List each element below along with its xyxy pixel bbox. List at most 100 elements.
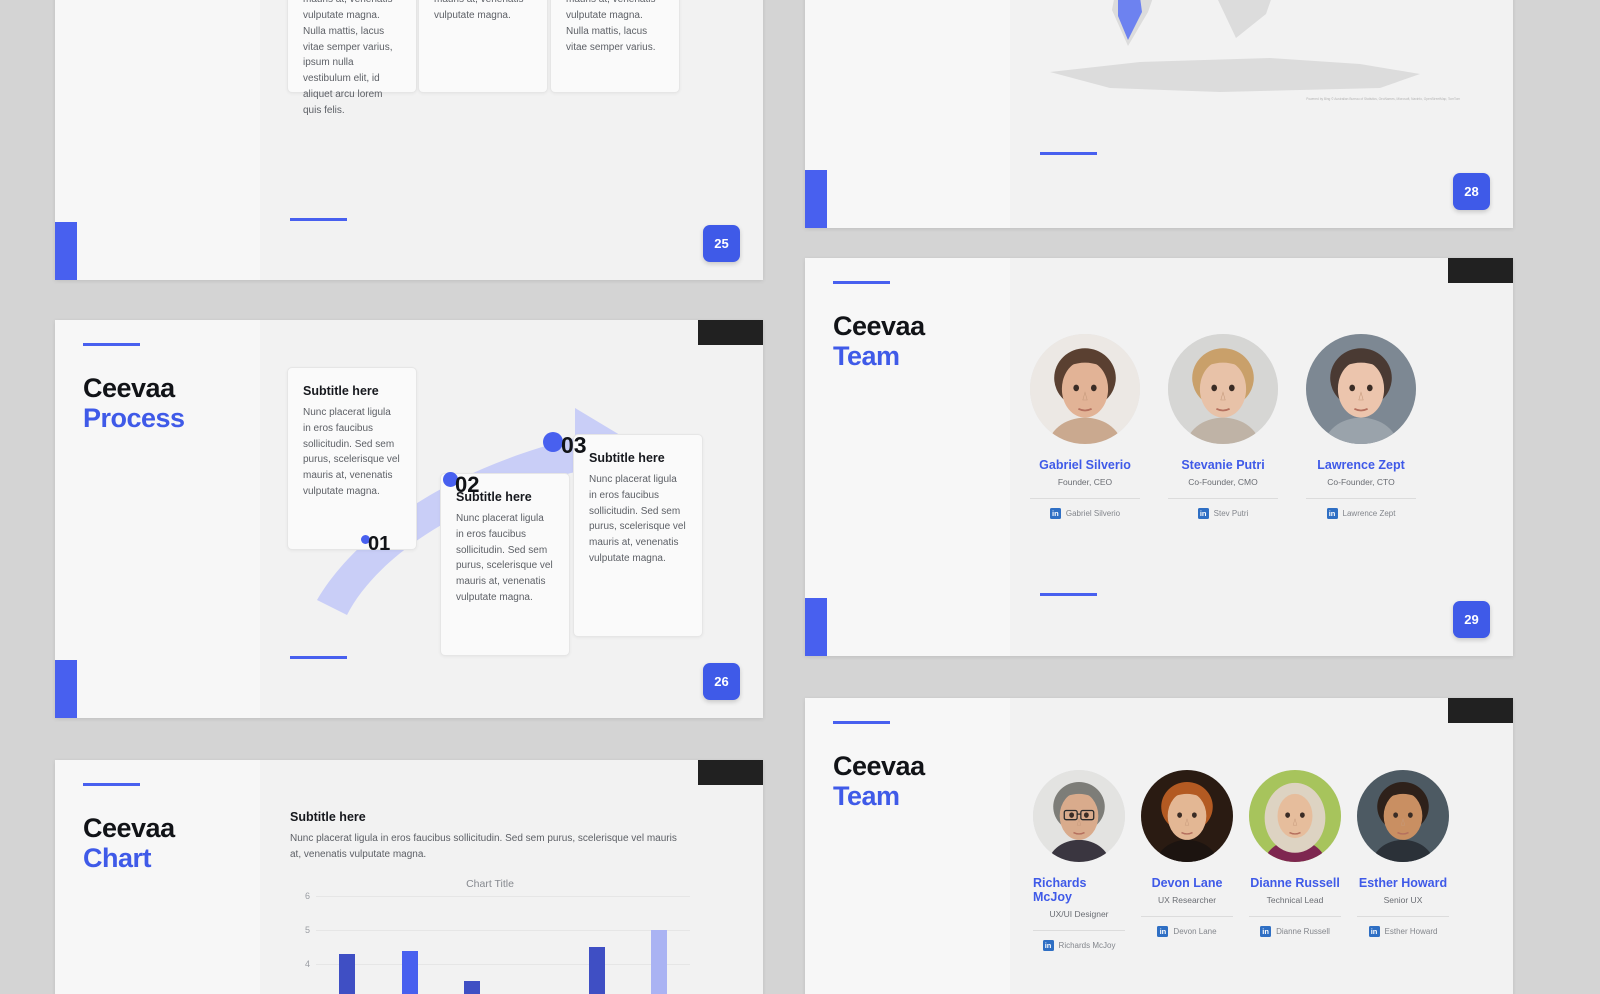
chart-bar[interactable] bbox=[463, 981, 480, 994]
team-member-card[interactable]: Dianne Russell Technical Lead in Dianne … bbox=[1249, 770, 1341, 951]
card-title: Subtitle here bbox=[589, 451, 665, 465]
avatar bbox=[1141, 770, 1233, 862]
member-role: Co-Founder, CTO bbox=[1327, 477, 1395, 487]
chart-y-tick-label: 4 bbox=[304, 959, 310, 970]
linkedin-link[interactable]: in Gabriel Silverio bbox=[1049, 508, 1121, 519]
member-divider bbox=[1033, 930, 1125, 931]
process-card-03[interactable]: Subtitle here Nunc placerat ligula in er… bbox=[573, 434, 703, 637]
slide-29-accent-bar bbox=[805, 598, 827, 656]
member-handle: Stev Putri bbox=[1213, 509, 1249, 518]
linkedin-icon: in bbox=[1260, 926, 1272, 937]
slide-27[interactable]: Ceevaa Chart Subtitle here Nunc placerat… bbox=[55, 760, 763, 994]
linkedin-link[interactable]: in Richards McJoy bbox=[1042, 940, 1116, 951]
slide-26[interactable]: Ceevaa Process Subtitle here Nunc placer… bbox=[55, 320, 763, 718]
process-card-01[interactable]: Subtitle here Nunc placerat ligula in er… bbox=[287, 367, 417, 550]
slide-30-dark-tab bbox=[1448, 698, 1513, 723]
member-role: UX Researcher bbox=[1157, 895, 1217, 905]
chart-title: Chart Title bbox=[466, 878, 514, 890]
member-handle: Gabriel Silverio bbox=[1065, 509, 1121, 518]
step-dot-03 bbox=[543, 432, 563, 452]
page-subtitle: Team bbox=[833, 341, 900, 372]
team-member-card[interactable]: Richards McJoy UX/UI Designer in Richard… bbox=[1033, 770, 1125, 951]
text-card[interactable]: Subtitle here Nunc placerat ligula in er… bbox=[287, 0, 417, 116]
member-divider bbox=[1357, 916, 1449, 917]
slide-30[interactable]: Ceevaa Team Richards McJoy UX/UI Designe… bbox=[805, 698, 1513, 994]
step-number-02: 02 bbox=[455, 472, 480, 497]
slide-26-dark-tab bbox=[698, 320, 763, 345]
member-divider bbox=[1030, 498, 1140, 499]
page-number-badge[interactable]: 28 bbox=[1453, 173, 1490, 210]
text-card[interactable]: Subtitle here Nunc placerat ligula in er… bbox=[550, 0, 680, 93]
process-card-02[interactable]: Subtitle here Nunc placerat ligula in er… bbox=[440, 473, 570, 656]
chart-gridline bbox=[316, 964, 690, 966]
member-handle: Richards McJoy bbox=[1058, 941, 1116, 950]
member-name: Dianne Russell bbox=[1250, 876, 1340, 890]
chart-plot-area: 6543 bbox=[290, 891, 690, 994]
member-name: Devon Lane bbox=[1151, 876, 1223, 890]
member-handle: Esther Howard bbox=[1384, 927, 1438, 936]
team-member-list: Richards McJoy UX/UI Designer in Richard… bbox=[1033, 770, 1449, 951]
chart-bar[interactable] bbox=[588, 947, 605, 994]
member-divider bbox=[1141, 916, 1233, 917]
page-number-badge[interactable]: 25 bbox=[703, 225, 740, 262]
world-map[interactable]: Powered by Bing © Australian Bureau of S… bbox=[1020, 0, 1500, 130]
avatar bbox=[1168, 334, 1278, 444]
linkedin-link[interactable]: in Lawrence Zept bbox=[1326, 508, 1396, 519]
team-member-card[interactable]: Stevanie Putri Co-Founder, CMO in Stev P… bbox=[1168, 334, 1278, 519]
linkedin-icon: in bbox=[1042, 940, 1054, 951]
member-name: Richards McJoy bbox=[1033, 876, 1087, 904]
member-role: Founder, CEO bbox=[1057, 477, 1113, 487]
step-number-03: 03 bbox=[561, 432, 587, 458]
slide-30-title-block: Ceevaa Team bbox=[833, 721, 925, 811]
team-member-card[interactable]: Gabriel Silverio Founder, CEO in Gabriel… bbox=[1030, 334, 1140, 519]
bar-chart[interactable]: Chart Title 6543 bbox=[290, 878, 690, 994]
slide-29[interactable]: Ceevaa Team Gabriel Silverio Founder, CE… bbox=[805, 258, 1513, 656]
member-name: Stevanie Putri bbox=[1181, 458, 1265, 472]
title-rule bbox=[83, 783, 140, 786]
member-handle: Dianne Russell bbox=[1276, 927, 1330, 936]
content-title: Subtitle here bbox=[290, 810, 366, 824]
member-handle: Lawrence Zept bbox=[1342, 509, 1396, 518]
slide-29-dark-tab bbox=[1448, 258, 1513, 283]
chart-gridline bbox=[316, 896, 690, 897]
page-number-badge[interactable]: 29 bbox=[1453, 601, 1490, 638]
team-member-card[interactable]: Lawrence Zept Co-Founder, CTO in Lawrenc… bbox=[1306, 334, 1416, 519]
chart-bar[interactable] bbox=[401, 950, 418, 994]
linkedin-link[interactable]: in Esther Howard bbox=[1368, 926, 1438, 937]
slide-29-bottom-rule bbox=[1040, 593, 1097, 596]
card-body: Nunc placerat ligula in eros faucibus so… bbox=[303, 407, 400, 497]
linkedin-link[interactable]: in Stev Putri bbox=[1197, 508, 1249, 519]
step-number-01: 01 bbox=[368, 533, 391, 555]
linkedin-icon: in bbox=[1326, 508, 1338, 519]
page-number-badge[interactable]: 26 bbox=[703, 663, 740, 700]
slide-26-bottom-rule bbox=[290, 656, 347, 659]
slide-28-accent-bar bbox=[805, 170, 827, 228]
member-handle: Devon Lane bbox=[1173, 927, 1217, 936]
slide-28[interactable]: Powered by Bing © Australian Bureau of S… bbox=[805, 0, 1513, 228]
chart-bar[interactable] bbox=[650, 930, 667, 994]
linkedin-link[interactable]: in Devon Lane bbox=[1157, 926, 1217, 937]
title-rule bbox=[833, 721, 890, 724]
slide-25[interactable]: Subtitle here Nunc placerat ligula in er… bbox=[55, 0, 763, 280]
team-member-card[interactable]: Esther Howard Senior UX in Esther Howard bbox=[1357, 770, 1449, 951]
page-title: Ceevaa bbox=[833, 751, 925, 781]
avatar bbox=[1249, 770, 1341, 862]
linkedin-link[interactable]: in Dianne Russell bbox=[1260, 926, 1330, 937]
slide-deck-canvas: Subtitle here Nunc placerat ligula in er… bbox=[0, 0, 1600, 994]
chart-bar[interactable] bbox=[339, 954, 356, 994]
member-name: Esther Howard bbox=[1358, 876, 1448, 890]
card-body: Nunc placerat ligula in eros faucibus so… bbox=[566, 0, 656, 53]
slide-27-title-block: Ceevaa Chart bbox=[83, 783, 175, 873]
page-title: Ceevaa bbox=[83, 373, 175, 403]
team-member-card[interactable]: Devon Lane UX Researcher in Devon Lane bbox=[1141, 770, 1233, 951]
card-body: Nunc placerat ligula in eros faucibus so… bbox=[589, 474, 686, 564]
slide-28-left-panel bbox=[805, 0, 1010, 228]
text-card[interactable]: Subtitle here Nunc placerat ligula in er… bbox=[418, 0, 548, 93]
member-divider bbox=[1168, 498, 1278, 499]
linkedin-icon: in bbox=[1197, 508, 1209, 519]
member-role: Co-Founder, CMO bbox=[1188, 477, 1258, 487]
linkedin-icon: in bbox=[1368, 926, 1380, 937]
slide-26-accent-bar bbox=[55, 660, 77, 718]
linkedin-icon: in bbox=[1049, 508, 1061, 519]
chart-intro-text: Subtitle here Nunc placerat ligula in er… bbox=[290, 810, 690, 863]
